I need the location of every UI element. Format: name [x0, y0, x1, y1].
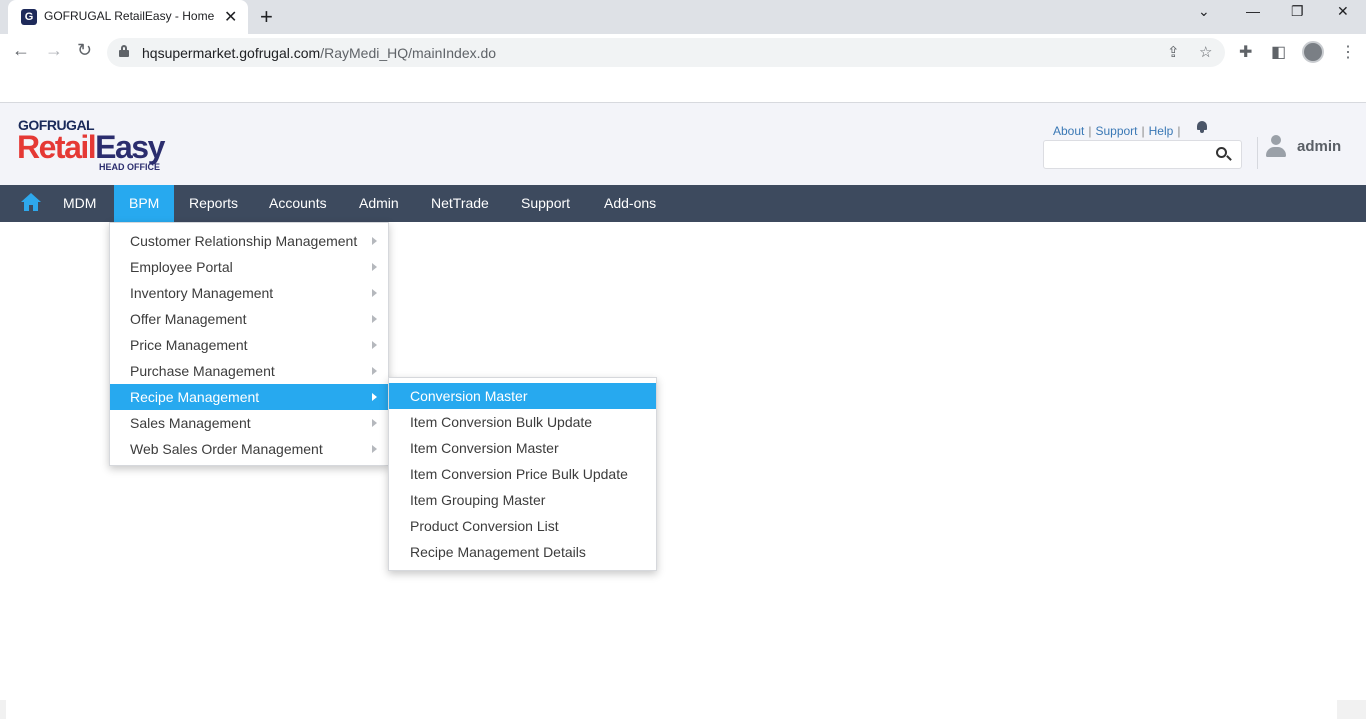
side-panel-icon[interactable]: ◧ — [1271, 42, 1286, 62]
scrollbar-corner[interactable] — [1337, 700, 1366, 719]
nav-accounts[interactable]: Accounts — [254, 185, 342, 222]
nav-reports[interactable]: Reports — [174, 185, 253, 222]
top-links: About | Support | Help | — [1053, 124, 1184, 138]
nav-mdm[interactable]: MDM — [48, 185, 111, 222]
user-icon[interactable] — [1266, 135, 1286, 157]
submenu-arrow-icon — [372, 315, 377, 323]
menu-recipe-management[interactable]: Recipe Management — [110, 384, 388, 410]
submenu-arrow-icon — [372, 445, 377, 453]
close-tab-icon[interactable]: ✕ — [224, 7, 237, 27]
notification-bell-icon[interactable] — [1196, 121, 1208, 133]
lock-icon[interactable] — [119, 45, 129, 57]
menu-sales-management[interactable]: Sales Management — [110, 410, 388, 436]
menu-item-label: Purchase Management — [130, 363, 275, 379]
new-tab-icon[interactable]: + — [260, 4, 273, 30]
nav-addons[interactable]: Add-ons — [589, 185, 671, 222]
submenu-item-conversion-bulk-update[interactable]: Item Conversion Bulk Update — [389, 409, 656, 435]
support-link[interactable]: Support — [1095, 124, 1137, 138]
submenu-arrow-icon — [372, 263, 377, 271]
browser-menu-icon[interactable]: ⋮ — [1340, 42, 1356, 62]
menu-customer-relationship-management[interactable]: Customer Relationship Management — [110, 228, 388, 254]
bookmark-star-icon[interactable]: ☆ — [1199, 43, 1212, 61]
separator: | — [1141, 124, 1145, 138]
menu-item-label: Sales Management — [130, 415, 251, 431]
bpm-dropdown: Customer Relationship Management Employe… — [109, 222, 389, 466]
menu-web-sales-order-management[interactable]: Web Sales Order Management — [110, 436, 388, 462]
submenu-arrow-icon — [372, 341, 377, 349]
recipe-submenu: Conversion Master Item Conversion Bulk U… — [388, 377, 657, 571]
url-text: hqsupermarket.gofrugal.com/RayMedi_HQ/ma… — [142, 45, 496, 61]
browser-toolbar: ← → ↻ hqsupermarket.gofrugal.com/RayMedi… — [0, 34, 1366, 72]
restore-icon[interactable]: ❐ — [1291, 3, 1304, 20]
main-navbar: MDM BPM Reports Accounts Admin NetTrade … — [0, 185, 1366, 222]
nav-nettrade[interactable]: NetTrade — [416, 185, 504, 222]
submenu-item-grouping-master[interactable]: Item Grouping Master — [389, 487, 656, 513]
submenu-arrow-icon — [372, 419, 377, 427]
separator: | — [1177, 124, 1181, 138]
gofrugal-favicon: G — [21, 9, 37, 25]
extensions-icon[interactable]: ✚ — [1239, 42, 1252, 62]
url-path: /RayMedi_HQ/mainIndex.do — [320, 45, 497, 61]
menu-item-label: Customer Relationship Management — [130, 233, 358, 249]
menu-item-label: Employee Portal — [130, 259, 233, 275]
submenu-arrow-icon — [372, 393, 377, 401]
tab-title: GOFRUGAL RetailEasy - Home — [44, 9, 215, 23]
horizontal-scrollbar-left[interactable] — [0, 700, 6, 719]
menu-price-management[interactable]: Price Management — [110, 332, 388, 358]
tab-search-icon[interactable]: ⌄ — [1198, 3, 1210, 20]
submenu-item-conversion-master[interactable]: Item Conversion Master — [389, 435, 656, 461]
submenu-arrow-icon — [372, 237, 377, 245]
menu-item-label: Recipe Management — [130, 389, 260, 405]
menu-item-label: Price Management — [130, 337, 248, 353]
submenu-item-conversion-price-bulk-update[interactable]: Item Conversion Price Bulk Update — [389, 461, 656, 487]
submenu-conversion-master[interactable]: Conversion Master — [389, 383, 656, 409]
profile-avatar[interactable] — [1302, 41, 1324, 63]
share-icon[interactable]: ⇪ — [1167, 43, 1180, 61]
nav-support[interactable]: Support — [506, 185, 585, 222]
username[interactable]: admin — [1297, 138, 1341, 155]
menu-item-label: Offer Management — [130, 311, 247, 327]
menu-employee-portal[interactable]: Employee Portal — [110, 254, 388, 280]
logo-retaileasy[interactable]: RetailEasy — [17, 129, 165, 165]
menu-item-label: Inventory Management — [130, 285, 274, 301]
back-icon[interactable]: ← — [12, 40, 30, 61]
url-host: hqsupermarket.gofrugal.com — [142, 45, 321, 61]
submenu-arrow-icon — [372, 289, 377, 297]
nav-bpm[interactable]: BPM — [114, 185, 175, 222]
menu-item-label: Web Sales Order Management — [130, 441, 323, 457]
about-link[interactable]: About — [1053, 124, 1084, 138]
search-icon-handle — [1226, 155, 1232, 161]
home-icon[interactable] — [20, 193, 42, 213]
submenu-arrow-icon — [372, 367, 377, 375]
app-header: GOFRUGAL RetailEasy HEAD OFFICE About | Su… — [0, 102, 1366, 185]
address-bar[interactable]: hqsupermarket.gofrugal.com/RayMedi_HQ/ma… — [107, 38, 1225, 67]
menu-purchase-management[interactable]: Purchase Management — [110, 358, 388, 384]
header-divider — [1257, 137, 1258, 169]
browser-tab[interactable]: G GOFRUGAL RetailEasy - Home ✕ — [8, 0, 248, 34]
help-link[interactable]: Help — [1149, 124, 1174, 138]
logo-head-office: HEAD OFFICE — [99, 162, 161, 172]
logo-retail: Retail — [17, 129, 97, 165]
menu-inventory-management[interactable]: Inventory Management — [110, 280, 388, 306]
separator: | — [1088, 124, 1092, 138]
minimize-icon[interactable]: — — [1246, 3, 1260, 19]
submenu-recipe-management-details[interactable]: Recipe Management Details — [389, 539, 656, 565]
window-close-icon[interactable]: ✕ — [1337, 3, 1349, 20]
submenu-product-conversion-list[interactable]: Product Conversion List — [389, 513, 656, 539]
forward-icon[interactable]: → — [45, 40, 63, 61]
browser-tabstrip: G GOFRUGAL RetailEasy - Home ✕ + ⌄ — ❐ ✕ — [0, 0, 1366, 34]
logo-easy: Easy — [95, 129, 165, 165]
menu-offer-management[interactable]: Offer Management — [110, 306, 388, 332]
reload-icon[interactable]: ↻ — [77, 40, 92, 61]
header-search-input[interactable] — [1043, 140, 1242, 169]
nav-admin[interactable]: Admin — [344, 185, 414, 222]
